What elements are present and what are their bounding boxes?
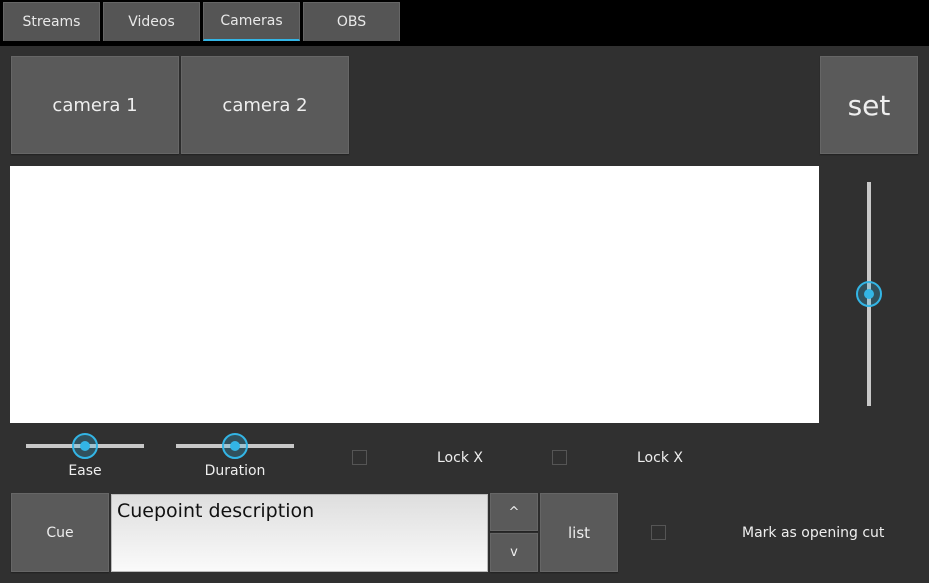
- ease-label: Ease: [68, 463, 102, 479]
- zoom-slider[interactable]: [854, 182, 884, 406]
- opening-cut-checkbox[interactable]: [651, 525, 666, 540]
- duration-slider-thumb[interactable]: [222, 433, 248, 459]
- move-up-button[interactable]: ^: [490, 493, 538, 531]
- tab-streams[interactable]: Streams: [3, 2, 100, 41]
- tab-obs[interactable]: OBS: [303, 2, 400, 41]
- camera-2-button[interactable]: camera 2: [181, 56, 349, 154]
- opening-cut-label: Mark as opening cut: [742, 525, 885, 541]
- cue-button[interactable]: Cue: [11, 493, 109, 572]
- lock-x-label-2: Lock X: [637, 450, 683, 466]
- lock-x-checkbox-1[interactable]: [352, 450, 367, 465]
- move-down-button[interactable]: v: [490, 533, 538, 572]
- set-button[interactable]: set: [820, 56, 918, 154]
- tab-cameras[interactable]: Cameras: [203, 2, 300, 41]
- zoom-slider-thumb[interactable]: [856, 281, 882, 307]
- duration-label: Duration: [204, 463, 266, 479]
- duration-slider[interactable]: [176, 431, 294, 461]
- camera-1-button[interactable]: camera 1: [11, 56, 179, 154]
- ease-slider-thumb[interactable]: [72, 433, 98, 459]
- tab-videos[interactable]: Videos: [103, 2, 200, 41]
- cuepoint-description-input[interactable]: [111, 494, 488, 572]
- list-button[interactable]: list: [540, 493, 618, 572]
- lock-x-checkbox-2[interactable]: [552, 450, 567, 465]
- camera-preview-area[interactable]: [10, 166, 819, 423]
- tab-bar: Streams Videos Cameras OBS: [0, 0, 929, 44]
- ease-slider[interactable]: [26, 431, 144, 461]
- lock-x-label-1: Lock X: [437, 450, 483, 466]
